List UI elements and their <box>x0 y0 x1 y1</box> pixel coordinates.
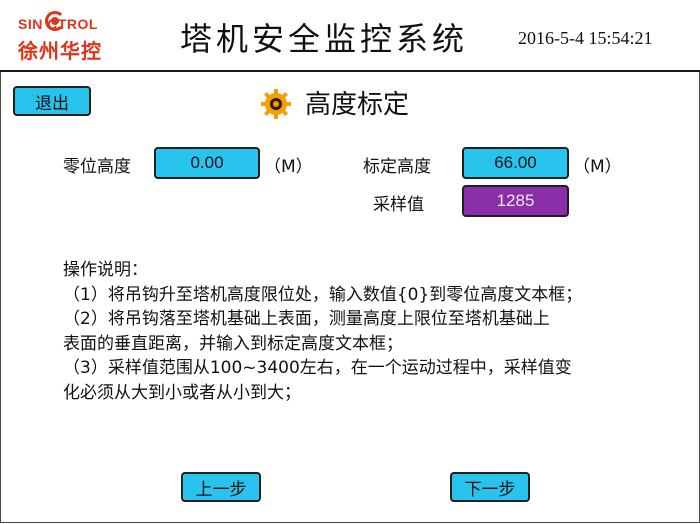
logo-text-cn: 徐州华控 <box>18 39 102 63</box>
instructions-line: 表面的垂直距离，并输入到标定高度文本框； <box>63 333 403 354</box>
prev-step-button[interactable]: 上一步 <box>181 472 261 502</box>
zero-height-unit: （M） <box>264 157 313 177</box>
datetime-display: 2016-5-4 15:54:21 <box>518 28 653 48</box>
header-bar: SIN CTROL 徐州华控 塔机安全监控系统 2016-5-4 15:54:2… <box>0 0 700 72</box>
gear-icon <box>261 89 291 119</box>
sample-value-label: 采样值 <box>373 195 424 215</box>
app-title: 塔机安全监控系统 <box>180 20 469 58</box>
calib-height-field[interactable]: 66.00 <box>462 147 569 179</box>
instructions-line: （2）将吊钩落至塔机基础上表面，测量高度上限位至塔机基础上 <box>63 309 550 329</box>
zero-height-label: 零位高度 <box>63 157 131 177</box>
exit-button[interactable]: 退出 <box>13 86 91 116</box>
sample-value-field: 1285 <box>462 185 569 217</box>
logo-dot-icon <box>51 17 59 25</box>
company-logo: SIN CTROL 徐州华控 <box>6 8 134 64</box>
instructions-block: 操作说明： （1）将吊钩升至塔机高度限位处，输入数值{0}到零位高度文本框； （… <box>63 258 683 405</box>
calib-height-label: 标定高度 <box>363 157 431 177</box>
page-title: 高度标定 <box>305 90 410 120</box>
instructions-line: （3）采样值范围从100~3400左右，在一个运动过程中，采样值变 <box>63 358 572 378</box>
instructions-line: 化必须从大到小或者从小到大； <box>63 382 301 403</box>
next-step-button[interactable]: 下一步 <box>450 472 530 502</box>
calib-height-unit: （M） <box>573 157 622 177</box>
main-panel: 退出 高度标定 零位高度 0.00 （M） 标定高度 66.00 （M） 采样值… <box>0 72 700 523</box>
zero-height-field[interactable]: 0.00 <box>154 147 260 179</box>
instructions-line: （1）将吊钩升至塔机高度限位处，输入数值{0}到零位高度文本框； <box>63 284 583 305</box>
instructions-heading: 操作说明： <box>63 260 148 280</box>
